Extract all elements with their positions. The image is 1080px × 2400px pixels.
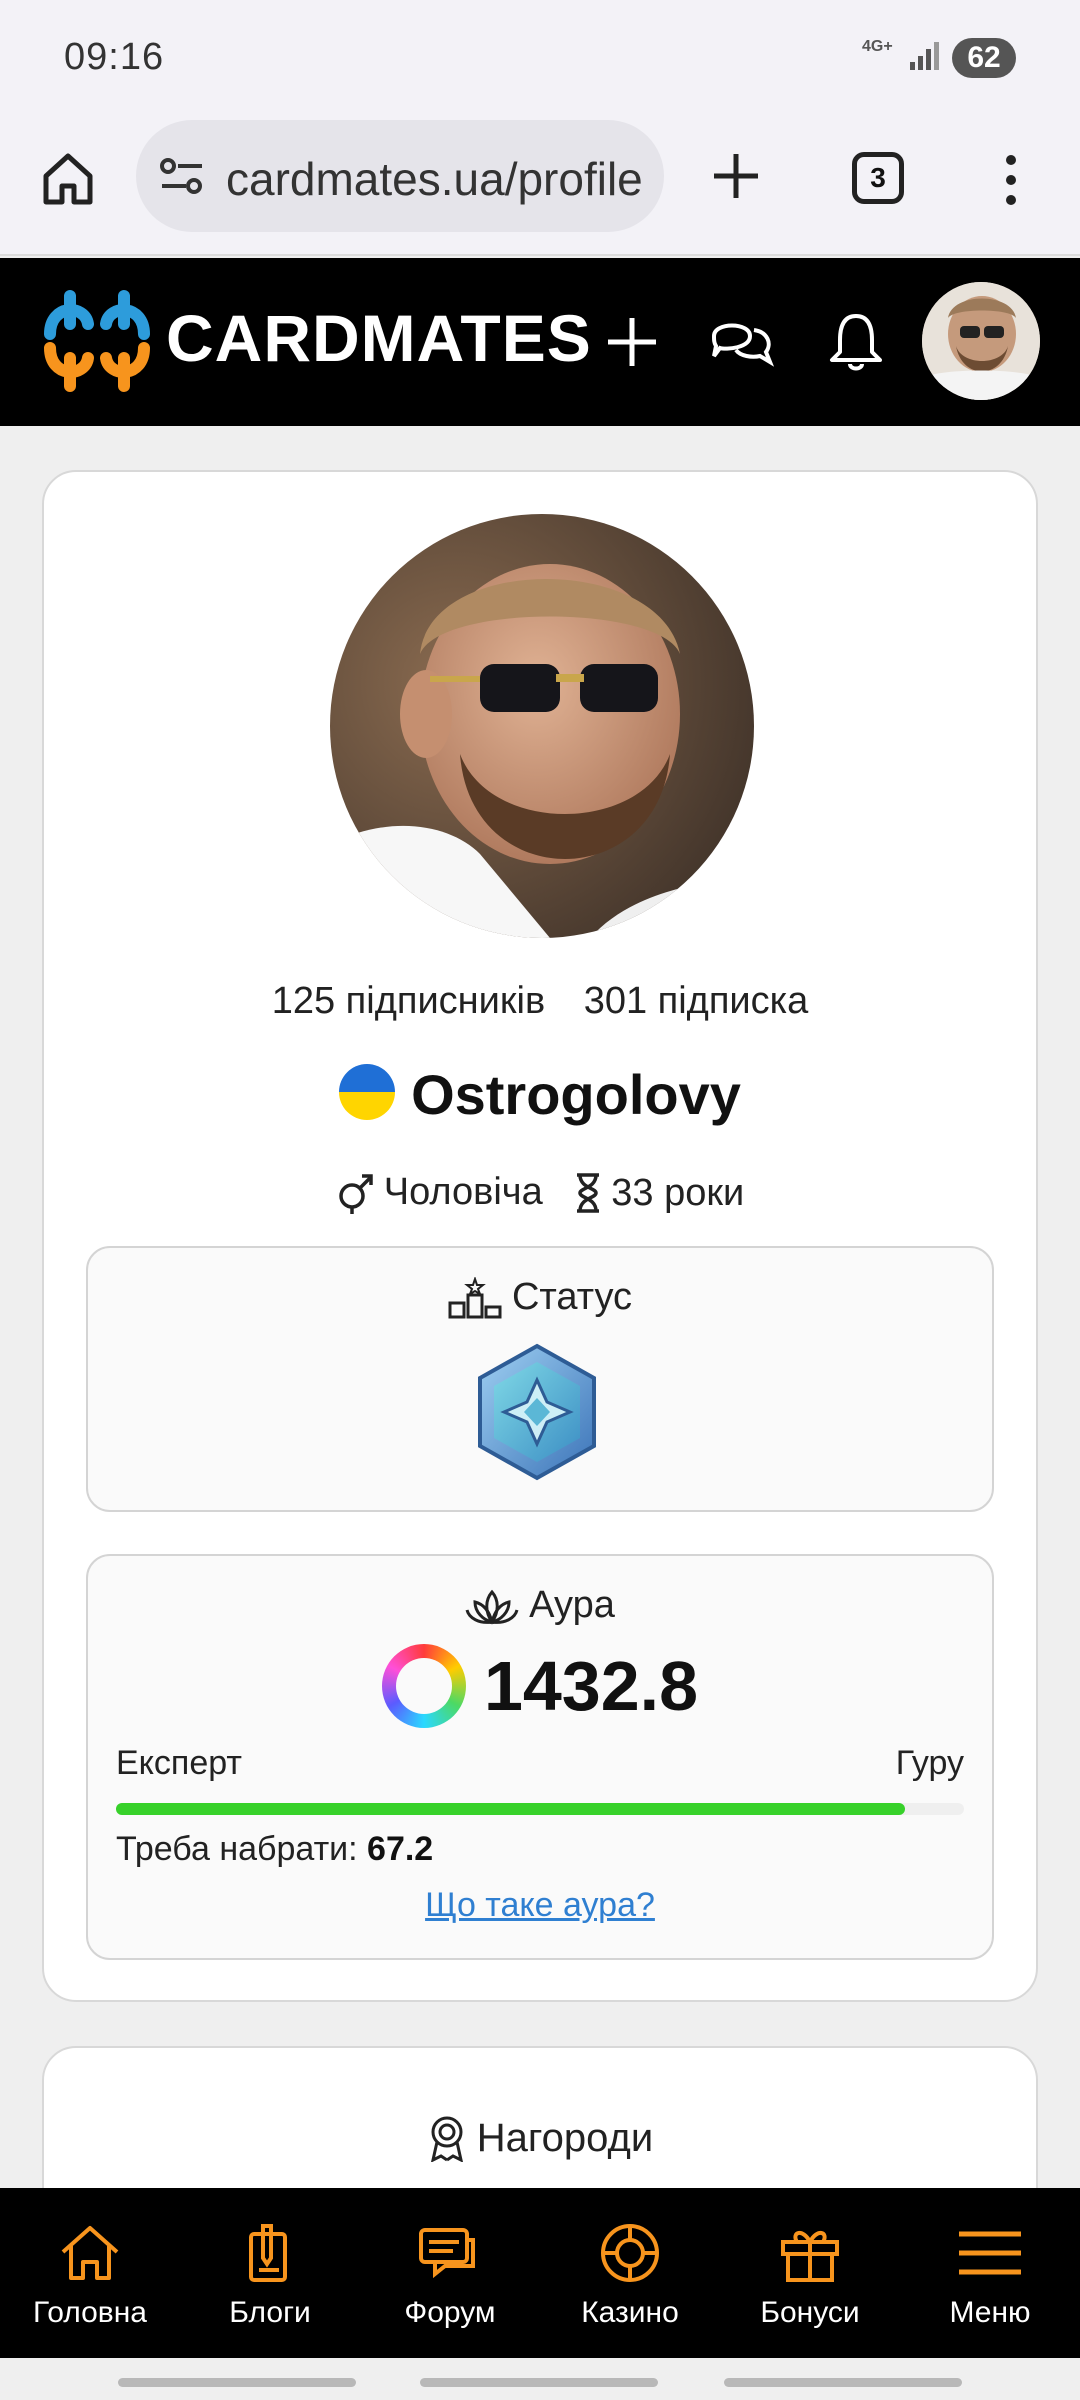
tab-switcher-button[interactable]: 3 — [852, 152, 904, 204]
notifications-bell-icon[interactable] — [820, 306, 892, 378]
profile-username-row: Ostrogolovy — [44, 1062, 1036, 1127]
status-title-row: Статус — [88, 1276, 992, 1319]
signal-icon — [910, 42, 939, 70]
profile-meta: Чоловіча 33 роки — [44, 1170, 1036, 1224]
nav-menu[interactable]: Меню — [900, 2188, 1080, 2358]
lotus-icon — [465, 1589, 519, 1625]
nav-blogs[interactable]: Блоги — [180, 2188, 360, 2358]
address-bar[interactable]: cardmates.ua/profile — [136, 120, 664, 232]
aura-need-label: Треба набрати: — [116, 1830, 358, 1868]
site-header: CARDMATES — [0, 258, 1080, 426]
awards-title-row: Нагороди — [44, 2114, 1036, 2162]
gesture-pill-center — [420, 2378, 658, 2387]
age-value: 33 роки — [611, 1171, 745, 1214]
aura-progress-bar — [116, 1803, 964, 1815]
nav-forum-label: Форум — [404, 2296, 496, 2329]
profile-avatar — [330, 514, 754, 938]
nav-casino[interactable]: Казино — [540, 2188, 720, 2358]
aura-help-link[interactable]: Що таке аура? — [88, 1886, 992, 1925]
aura-level-next: Гуру — [895, 1744, 964, 1782]
followers-count[interactable]: 125 підписників — [272, 980, 545, 1022]
aura-need-row: Треба набрати: 67.2 — [116, 1830, 433, 1869]
status-rank-badge-icon[interactable] — [472, 1342, 602, 1482]
nav-home-label: Головна — [33, 2296, 147, 2329]
system-status-bar: 09:16 4G+ 62 — [0, 0, 1080, 110]
gender-icon — [339, 1174, 373, 1214]
aura-title-row: Аура — [88, 1584, 992, 1627]
forum-icon — [419, 2228, 475, 2279]
gender-value: Чоловіча — [383, 1170, 543, 1213]
browser-toolbar: cardmates.ua/profile 3 — [0, 110, 1080, 256]
gift-icon — [781, 2231, 839, 2282]
aura-level-current: Експерт — [116, 1744, 242, 1782]
clock: 09:16 — [64, 36, 165, 78]
nav-casino-label: Казино — [581, 2296, 679, 2329]
hourglass-icon — [577, 1173, 600, 1213]
user-avatar-button[interactable] — [922, 282, 1040, 400]
awards-title: Нагороди — [476, 2115, 654, 2160]
home-icon — [61, 2226, 119, 2280]
username: Ostrogolovy — [411, 1063, 741, 1126]
cardmates-logo-icon[interactable] — [40, 284, 154, 398]
status-title: Статус — [511, 1276, 633, 1318]
system-gesture-bar — [0, 2358, 1080, 2400]
network-type: 4G+ — [862, 38, 893, 55]
site-brand-name[interactable]: CARDMATES — [166, 300, 592, 376]
nav-bonuses[interactable]: Бонуси — [720, 2188, 900, 2358]
url-text[interactable]: cardmates.ua/profile — [226, 152, 643, 206]
podium-icon — [448, 1276, 502, 1318]
site-settings-icon[interactable] — [158, 156, 206, 196]
browser-home-icon[interactable] — [38, 148, 98, 208]
ukraine-flag-icon — [339, 1064, 396, 1120]
gesture-pill-right — [724, 2378, 962, 2387]
bottom-navigation: Головна Блоги Форум Казино Бонуси Меню — [0, 2188, 1080, 2358]
casino-icon — [601, 2224, 659, 2282]
nav-bonuses-label: Бонуси — [760, 2296, 860, 2329]
aura-need-value: 67.2 — [367, 1830, 434, 1868]
avatar-photo — [922, 282, 1040, 400]
profile-photo — [330, 514, 754, 938]
battery-indicator: 62 — [952, 38, 1016, 78]
aura-value: 1432.8 — [483, 1647, 699, 1725]
add-icon[interactable] — [596, 306, 668, 378]
more-options-icon[interactable] — [996, 150, 1026, 210]
nav-blogs-label: Блоги — [229, 2296, 311, 2329]
chat-icon[interactable] — [706, 306, 778, 378]
new-tab-icon[interactable] — [706, 146, 766, 206]
blog-icon — [249, 2224, 287, 2282]
menu-icon — [959, 2231, 1021, 2275]
profile-card: 125 підписників 301 підписка Ostrogolovy… — [42, 470, 1038, 2002]
aura-title: Аура — [529, 1584, 615, 1626]
status-box: Статус — [86, 1246, 994, 1512]
following-count[interactable]: 301 підписка — [584, 980, 809, 1022]
aura-box: Аура 1432.8 Експерт Гуру Треба набрати: … — [86, 1554, 994, 1960]
aura-progress-fill — [116, 1803, 905, 1815]
gesture-pill-left — [118, 2378, 356, 2387]
aura-value-row: 1432.8 — [88, 1644, 992, 1728]
award-ribbon-icon — [430, 2116, 463, 2162]
nav-home[interactable]: Головна — [0, 2188, 180, 2358]
aura-ring-icon — [381, 1644, 466, 1728]
nav-forum[interactable]: Форум — [360, 2188, 540, 2358]
nav-menu-label: Меню — [949, 2296, 1031, 2329]
follow-stats: 125 підписників 301 підписка — [44, 980, 1036, 1023]
